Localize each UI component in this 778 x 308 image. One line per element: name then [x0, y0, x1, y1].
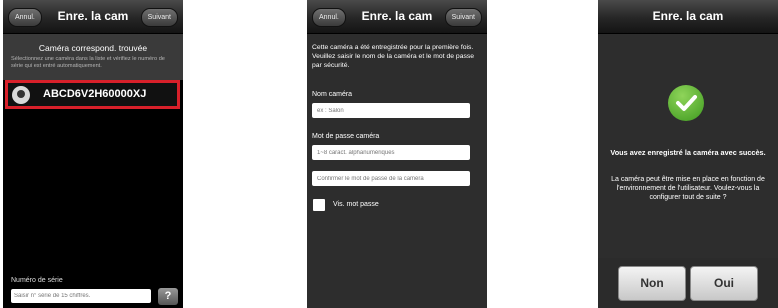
success-message: La caméra peut être mise en place en fon…	[611, 176, 765, 201]
serial-label: Numéro de série	[11, 277, 63, 284]
camera-found-screen: Annul. Enre. la cam Suivant Caméra corre…	[3, 0, 183, 308]
camera-name-input[interactable]	[312, 103, 470, 118]
camera-list-item[interactable]: ABCD6V2H60000XJ	[5, 80, 180, 109]
camera-icon	[12, 86, 30, 104]
next-button[interactable]: Suivant	[140, 8, 178, 27]
camera-name-screen: Annul. Enre. la cam Suivant Cette caméra…	[307, 0, 487, 308]
yes-button[interactable]: Oui	[690, 266, 758, 301]
camera-serial: ABCD6V2H60000XJ	[43, 88, 147, 100]
checkmark-icon	[676, 95, 697, 111]
section-description: Sélectionnez une caméra dans la liste et…	[11, 56, 165, 69]
intro-text: Cette caméra a été entregistrée pour la …	[312, 44, 475, 69]
next-button[interactable]: Suivant	[444, 8, 482, 27]
show-password-checkbox[interactable]	[313, 199, 325, 211]
button-bar: Non Oui	[598, 258, 778, 308]
nav-bar: Annul. Enre. la cam Suivant	[3, 0, 183, 34]
screen-title: Enre. la cam	[652, 9, 724, 23]
help-button[interactable]: ?	[158, 288, 178, 305]
no-button[interactable]: Non	[618, 266, 686, 301]
registration-success-screen: Enre. la cam Vous avez enregistré la cam…	[598, 0, 778, 308]
serial-input[interactable]	[11, 289, 151, 303]
success-title: Vous avez enregistré la caméra avec succ…	[610, 148, 766, 157]
success-check-icon	[668, 85, 704, 121]
show-password-label: Vis. mot passe	[333, 201, 379, 208]
password-input[interactable]	[312, 145, 470, 160]
section-heading: Caméra correspond. trouvée	[38, 43, 148, 53]
password-label: Mot de passe caméra	[312, 133, 380, 140]
camera-name-label: Nom caméra	[312, 91, 353, 98]
nav-bar: Enre. la cam	[598, 0, 778, 34]
confirm-password-input[interactable]	[312, 171, 470, 186]
nav-bar: Annul. Enre. la cam Suivant	[307, 0, 487, 34]
info-section: Caméra correspond. trouvée Sélectionnez …	[3, 34, 183, 80]
